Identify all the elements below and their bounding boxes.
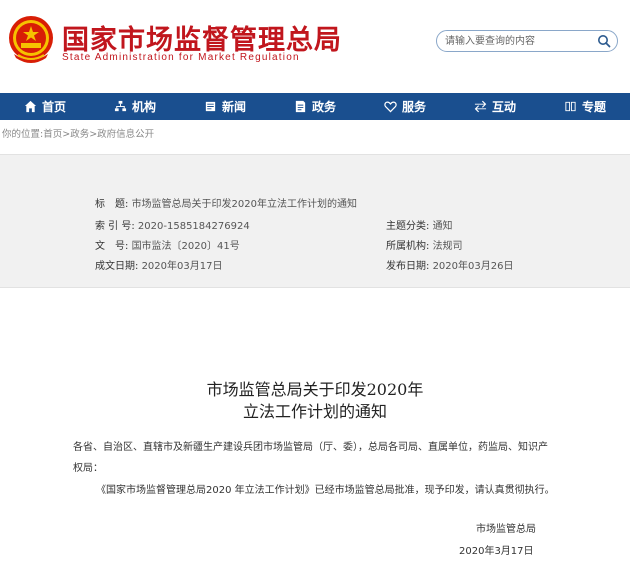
nav-item-news[interactable]: 新闻 bbox=[180, 93, 270, 120]
meta-category-label: 主题分类: bbox=[386, 221, 430, 232]
meta-index-row: 索 引 号: 2020-1585184276924 bbox=[95, 217, 250, 232]
nav-label: 机构 bbox=[131, 100, 156, 114]
breadcrumb-separator: > bbox=[62, 129, 71, 140]
article-paragraph-recipients: 各省、自治区、直辖市及新疆生产建设兵团市场监管局（厅、委），总局各司局、直属单位… bbox=[73, 437, 548, 479]
search-input[interactable] bbox=[445, 34, 595, 48]
topic-icon bbox=[565, 101, 576, 112]
affairs-icon bbox=[295, 100, 306, 113]
breadcrumb: 你的位置:首页>政务>政府信息公开 bbox=[2, 126, 154, 140]
meta-title-label: 标 题: bbox=[95, 199, 129, 210]
meta-created-label: 成文日期: bbox=[95, 261, 139, 272]
meta-doc-no-value: 国市监法〔2020〕41号 bbox=[131, 241, 240, 252]
exchange-icon bbox=[474, 100, 487, 113]
meta-org-label: 所属机构: bbox=[386, 241, 430, 252]
meta-index-value: 2020-1585184276924 bbox=[137, 221, 250, 232]
site-subtitle-en: State Administration for Market Regulati… bbox=[62, 52, 300, 63]
article-title-line1: 市场监管总局关于印发2020年 bbox=[206, 380, 424, 399]
nav-label: 互动 bbox=[491, 100, 516, 114]
search-icon[interactable] bbox=[597, 34, 611, 48]
nav-item-service[interactable]: 服务 bbox=[360, 93, 450, 120]
document-meta-box: 标 题: 市场监管总局关于印发2020年立法工作计划的通知 索 引 号: 202… bbox=[0, 154, 630, 288]
meta-category-value: 通知 bbox=[432, 221, 453, 232]
breadcrumb-affairs[interactable]: 政务 bbox=[70, 129, 89, 140]
nav-label: 服务 bbox=[401, 100, 426, 114]
meta-org-row: 所属机构: 法规司 bbox=[386, 237, 463, 252]
nav-item-affairs[interactable]: 政务 bbox=[270, 93, 360, 120]
meta-title-row: 标 题: 市场监管总局关于印发2020年立法工作计划的通知 bbox=[95, 195, 357, 210]
meta-published-row: 发布日期: 2020年03月26日 bbox=[386, 257, 513, 272]
main-nav: 首页 机构 新闻 政务 服务 互动 专题 bbox=[0, 93, 630, 120]
site-header: 国家市场监督管理总局 State Administration for Mark… bbox=[0, 0, 630, 88]
meta-title-value: 市场监管总局关于印发2020年立法工作计划的通知 bbox=[131, 199, 358, 210]
meta-doc-no-label: 文 号: bbox=[95, 241, 129, 252]
meta-category-row: 主题分类: 通知 bbox=[386, 217, 453, 232]
meta-doc-no-row: 文 号: 国市监法〔2020〕41号 bbox=[95, 237, 240, 252]
nav-label: 政务 bbox=[311, 100, 336, 114]
breadcrumb-prefix: 你的位置: bbox=[2, 129, 44, 140]
breadcrumb-home[interactable]: 首页 bbox=[43, 129, 62, 140]
meta-published-label: 发布日期: bbox=[386, 261, 430, 272]
nav-item-topics[interactable]: 专题 bbox=[540, 93, 630, 120]
nav-label: 首页 bbox=[41, 100, 66, 114]
meta-index-label: 索 引 号: bbox=[95, 221, 135, 232]
breadcrumb-info-disclosure[interactable]: 政府信息公开 bbox=[97, 129, 154, 140]
search-box bbox=[436, 30, 618, 52]
nav-item-home[interactable]: 首页 bbox=[0, 93, 90, 120]
meta-published-value: 2020年03月26日 bbox=[432, 261, 514, 272]
org-icon bbox=[114, 100, 127, 112]
meta-created-row: 成文日期: 2020年03月17日 bbox=[95, 257, 222, 272]
news-icon bbox=[205, 101, 216, 112]
article-date: 2020年3月17日 bbox=[459, 546, 534, 557]
breadcrumb-separator: > bbox=[89, 129, 98, 140]
article-signature: 市场监管总局 bbox=[476, 524, 536, 535]
nav-label: 专题 bbox=[581, 100, 606, 114]
home-icon bbox=[24, 100, 37, 113]
paragraph-line: 权局： bbox=[73, 463, 103, 474]
article-paragraph-body: 《国家市场监督管理总局2020 年立法工作计划》已经市场监管总局批准，现予印发，… bbox=[96, 485, 555, 496]
nav-label: 新闻 bbox=[221, 100, 246, 114]
paragraph-line: 各省、自治区、直辖市及新疆生产建设兵团市场监管局（厅、委），总局各司局、直属单位… bbox=[73, 442, 548, 453]
meta-created-value: 2020年03月17日 bbox=[141, 261, 223, 272]
article-title-line2: 立法工作计划的通知 bbox=[242, 402, 387, 421]
nav-item-org[interactable]: 机构 bbox=[90, 93, 180, 120]
national-emblem-icon[interactable] bbox=[6, 14, 56, 66]
nav-item-interaction[interactable]: 互动 bbox=[450, 93, 540, 120]
heart-icon bbox=[384, 101, 397, 113]
meta-org-value: 法规司 bbox=[432, 241, 463, 252]
